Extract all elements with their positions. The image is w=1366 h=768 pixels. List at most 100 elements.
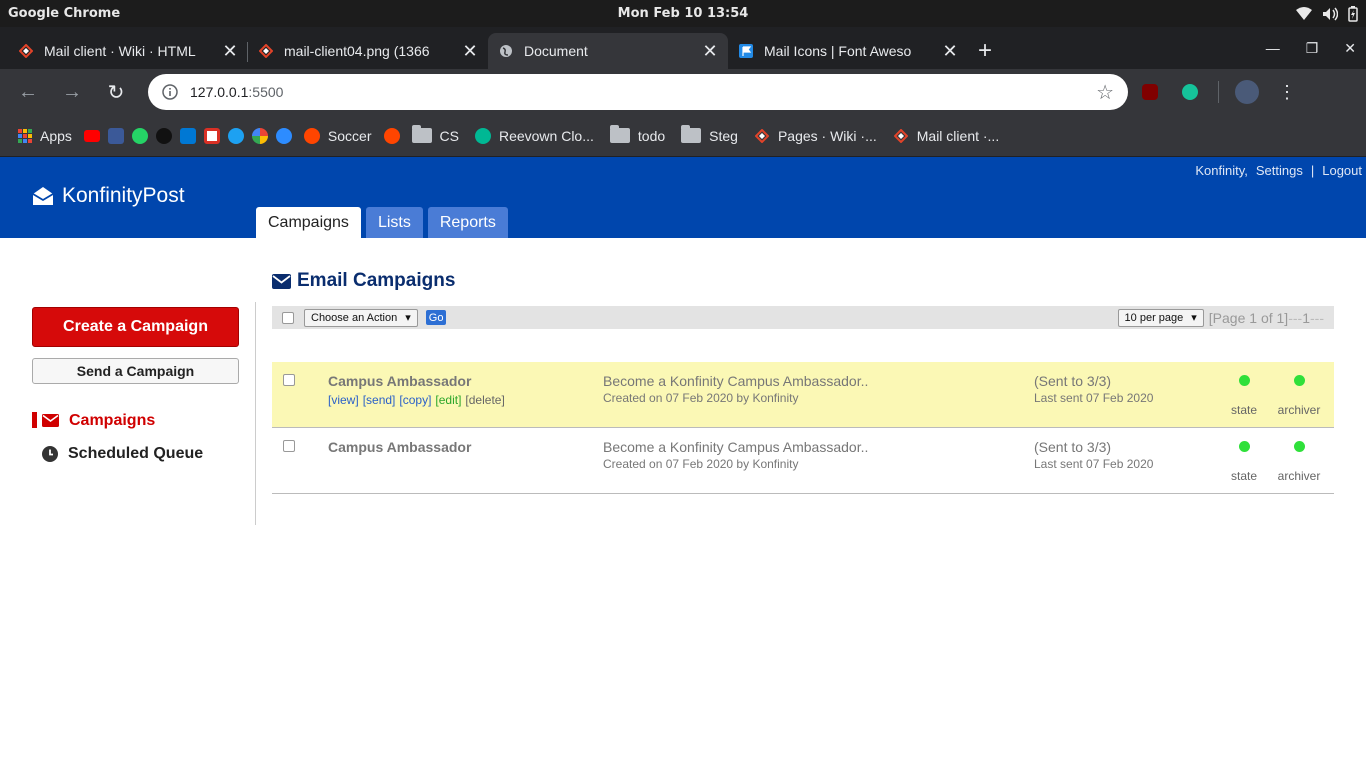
bookmarks-bar: Apps Soccer CS Reevown Clo... todo Steg … [0, 115, 1366, 157]
bookmark-todo[interactable]: todo [606, 125, 669, 144]
browser-tab-strip: Mail client · Wiki · HTML ✕ mail-client0… [0, 27, 1366, 69]
browser-tab[interactable]: Mail client · Wiki · HTML ✕ [8, 33, 248, 69]
edit-link[interactable]: [edit] [435, 393, 461, 407]
bookmark-star-icon[interactable]: ☆ [1096, 80, 1114, 105]
page-content: Create a Campaign Send a Campaign Campai… [0, 238, 1366, 768]
outlook-icon[interactable] [179, 127, 196, 144]
wifi-icon [1296, 6, 1312, 20]
bookmark-cs[interactable]: CS [408, 125, 463, 144]
zoom-icon[interactable] [275, 127, 292, 144]
volume-icon [1323, 7, 1338, 20]
sidebar-item-scheduled-queue[interactable]: Scheduled Queue [32, 437, 239, 470]
reddit-icon [303, 127, 320, 144]
sidebar-item-label: Scheduled Queue [68, 444, 204, 462]
globe-icon [498, 43, 514, 59]
create-campaign-button[interactable]: Create a Campaign [32, 307, 239, 347]
close-tab-icon[interactable]: ✕ [462, 42, 478, 60]
select-all-checkbox[interactable] [282, 311, 294, 324]
maximize-icon[interactable]: ❐ [1306, 40, 1319, 57]
new-tab-button[interactable]: + [968, 33, 1002, 69]
os-app-name[interactable]: Google Chrome [8, 6, 120, 21]
view-link[interactable]: [view] [328, 393, 359, 407]
page-number-link[interactable]: 1 [1302, 310, 1310, 326]
sidebar-item-campaigns[interactable]: Campaigns [32, 404, 239, 437]
brand-name: KonfinityPost [62, 184, 185, 207]
menu-kebab-icon[interactable]: ⋮ [1269, 74, 1305, 110]
settings-link[interactable]: Settings [1256, 163, 1303, 178]
archiver-indicator[interactable]: archiver [1269, 441, 1329, 483]
send-campaign-button[interactable]: Send a Campaign [32, 358, 239, 384]
sidebar-item-label: Campaigns [69, 411, 156, 429]
os-top-bar: Google Chrome Mon Feb 10 13:54 [0, 0, 1366, 27]
back-button[interactable]: ← [8, 74, 48, 110]
campaign-subject: Become a Konfinity Campus Ambassador.. [603, 439, 869, 455]
header-links: Konfinity, Settings | Logout [1195, 163, 1366, 178]
gmail-icon[interactable] [203, 127, 220, 144]
row-actions: [view] [send] [copy] [edit] [delete] [328, 393, 505, 407]
browser-tab-active[interactable]: Document ✕ [488, 33, 728, 69]
status-dot [1238, 441, 1250, 452]
grammarly-extension-icon[interactable] [1172, 74, 1208, 110]
whatsapp-icon[interactable] [131, 127, 148, 144]
bulk-action-bar: Choose an Action ▾ Go 10 per page ▾ [Page … [272, 306, 1334, 329]
browser-tab[interactable]: mail-client04.png (1366 ✕ [248, 33, 488, 69]
row-checkbox[interactable] [283, 374, 295, 386]
delete-link[interactable]: [delete] [465, 393, 504, 407]
tab-title: mail-client04.png (1366 [284, 43, 430, 59]
youtube-icon[interactable] [83, 129, 100, 142]
url-text: 127.0.0.1:5500 [190, 84, 283, 100]
state-indicator[interactable]: state [1214, 375, 1274, 417]
copy-link[interactable]: [copy] [399, 393, 431, 407]
go-button[interactable]: Go [425, 310, 447, 325]
user-link[interactable]: Konfinity, [1195, 163, 1248, 178]
reload-icon: ↻ [107, 81, 125, 104]
caret-down-icon: ▾ [1191, 312, 1197, 324]
row-checkbox[interactable] [283, 440, 295, 452]
close-tab-icon[interactable]: ✕ [702, 42, 718, 60]
close-window-icon[interactable]: ✕ [1344, 40, 1356, 57]
reddit-icon[interactable] [383, 127, 400, 144]
tab-reports[interactable]: Reports [427, 207, 508, 238]
close-tab-icon[interactable]: ✕ [942, 42, 958, 60]
bookmark-reevown[interactable]: Reevown Clo... [471, 127, 598, 144]
campaign-name[interactable]: Campus Ambassador [328, 373, 471, 389]
bookmark-label: Soccer [327, 127, 372, 144]
bookmark-soccer[interactable]: Soccer [300, 127, 376, 144]
google-icon[interactable] [251, 127, 268, 144]
ublock-extension-icon[interactable] [1132, 74, 1168, 110]
tab-title: Document [524, 43, 588, 59]
action-select[interactable]: Choose an Action ▾ [304, 308, 418, 327]
github-icon[interactable] [155, 127, 172, 144]
bookmark-apps[interactable]: Apps [14, 128, 76, 144]
system-tray[interactable] [1296, 5, 1358, 22]
campaign-row[interactable]: Campus Ambassador Become a Konfinity Cam… [272, 428, 1334, 494]
campaign-created: Created on 07 Feb 2020 by Konfinity [603, 391, 799, 405]
tab-lists[interactable]: Lists [365, 207, 423, 238]
campaign-sent-count: (Sent to 3/3) [1034, 439, 1112, 455]
campaign-last-sent: Last sent 07 Feb 2020 [1034, 457, 1154, 471]
brand-logo[interactable]: KonfinityPost [32, 184, 185, 208]
per-page-value: 10 per page [1124, 311, 1184, 324]
campaign-row[interactable]: Campus Ambassador [view] [send] [copy] [… [272, 362, 1334, 428]
address-bar[interactable]: 127.0.0.1:5500 ☆ [148, 74, 1128, 110]
send-link[interactable]: [send] [363, 393, 396, 407]
bookmark-mail-client[interactable]: Mail client ·... [889, 128, 1003, 144]
reload-button[interactable]: ↻ [96, 74, 136, 110]
twitter-icon[interactable] [227, 127, 244, 144]
archiver-indicator[interactable]: archiver [1269, 375, 1329, 417]
link-separator: | [1310, 163, 1315, 178]
profile-avatar[interactable] [1229, 74, 1265, 110]
bookmark-steg[interactable]: Steg [677, 125, 742, 144]
minimize-icon[interactable]: — [1266, 40, 1280, 56]
logout-link[interactable]: Logout [1322, 163, 1362, 178]
per-page-select[interactable]: 10 per page ▾ [1117, 308, 1204, 327]
os-clock[interactable]: Mon Feb 10 13:54 [0, 6, 1366, 21]
tab-campaigns[interactable]: Campaigns [256, 207, 361, 238]
facebook-icon[interactable] [107, 127, 124, 144]
browser-tab[interactable]: Mail Icons | Font Aweso ✕ [728, 33, 968, 69]
state-indicator[interactable]: state [1214, 441, 1274, 483]
close-tab-icon[interactable]: ✕ [222, 42, 238, 60]
campaign-name[interactable]: Campus Ambassador [328, 439, 471, 455]
bookmark-pages-wiki[interactable]: Pages · Wiki ·... [750, 128, 881, 144]
forward-button[interactable]: → [52, 74, 92, 110]
